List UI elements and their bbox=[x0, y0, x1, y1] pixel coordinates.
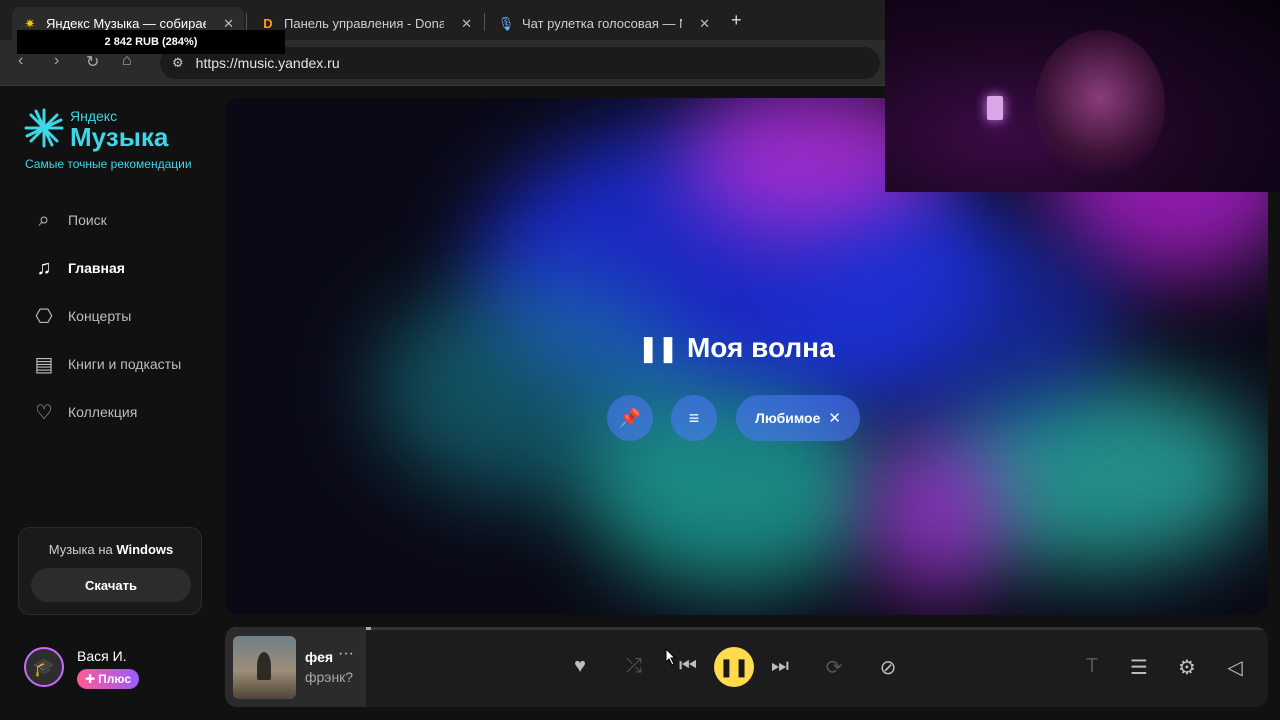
tab-separator bbox=[246, 13, 247, 31]
player-bar: фея ··· фрэнк? ♥ ⤮ ⏮ ❚❚ ⏭ ⟳ ⊘ T ☰ ⚙ ◁ bbox=[225, 627, 1268, 707]
tab-title: Яндекс Музыка — собираем bbox=[46, 16, 206, 31]
repeat-icon[interactable]: ⟳ bbox=[822, 655, 846, 680]
site-settings-icon[interactable]: ⚙ bbox=[172, 55, 184, 71]
pin-icon: 📌 bbox=[618, 407, 642, 428]
settings-filter-button[interactable]: ≡ bbox=[671, 395, 717, 441]
more-options-icon[interactable]: ··· bbox=[338, 645, 354, 663]
album-cover[interactable] bbox=[233, 636, 296, 699]
sidebar-nav: ⌕ Поиск ♫ Главная ⎔ Концерты ▤ Книги и п… bbox=[30, 196, 182, 436]
download-button[interactable]: Скачать bbox=[31, 568, 191, 602]
dislike-icon[interactable]: ⊘ bbox=[876, 655, 900, 680]
tab-voice-chat[interactable]: 🎙 Чат рулетка голосовая — Nek ✕ bbox=[488, 7, 720, 40]
pause-button[interactable]: ❚❚ bbox=[714, 647, 754, 687]
tab-separator bbox=[484, 13, 485, 31]
volume-icon[interactable]: ◁ bbox=[1223, 655, 1247, 680]
url-text: https://music.yandex.ru bbox=[195, 55, 340, 71]
mouse-cursor-icon bbox=[665, 648, 677, 666]
favorite-mode-chip[interactable]: Любимое ✕ bbox=[736, 395, 860, 441]
user-name: Вася И. bbox=[77, 648, 127, 664]
sidebar-item-label: Поиск bbox=[68, 212, 107, 228]
back-arrow-icon[interactable]: ‹ bbox=[18, 52, 23, 70]
logo-star-icon bbox=[24, 108, 64, 148]
donation-counter-overlay: 2 842 RUB (284%) bbox=[17, 30, 285, 54]
progress-bar[interactable] bbox=[225, 627, 1268, 630]
plus-icon: ✚ bbox=[85, 672, 96, 686]
search-icon: ⌕ bbox=[38, 208, 50, 231]
tab-title: Панель управления - Donation bbox=[284, 16, 444, 31]
my-wave-title[interactable]: ❚❚ Моя волна bbox=[0, 332, 1280, 364]
tagline: Самые точные рекомендации bbox=[25, 157, 192, 171]
track-title[interactable]: фея bbox=[305, 649, 333, 665]
sidebar-item-search[interactable]: ⌕ Поиск bbox=[30, 196, 181, 244]
sidebar-item-label: Концерты bbox=[68, 308, 132, 324]
microphone-favicon-icon: 🎙 bbox=[497, 15, 515, 31]
promo-text: Музыка на Windows bbox=[48, 542, 174, 557]
pin-button[interactable]: 📌 bbox=[607, 395, 653, 441]
previous-track-icon[interactable]: ⏮ bbox=[676, 655, 700, 678]
logo-music-text: Музыка bbox=[70, 122, 169, 152]
close-tab-icon[interactable]: ✕ bbox=[461, 16, 472, 32]
home-icon[interactable]: ⌂ bbox=[122, 52, 132, 70]
forward-arrow-icon[interactable]: › bbox=[54, 52, 59, 70]
sidebar-item-collection[interactable]: ♡ Коллекция bbox=[30, 388, 181, 436]
webcam-overlay bbox=[885, 0, 1280, 192]
tab-title: Чат рулетка голосовая — Nek bbox=[522, 16, 682, 31]
sidebar-item-label: Коллекция bbox=[68, 404, 138, 420]
close-tab-icon[interactable]: ✕ bbox=[699, 16, 710, 32]
sidebar-item-home[interactable]: ♫ Главная bbox=[30, 244, 181, 292]
plus-badge[interactable]: ✚ Плюс bbox=[77, 669, 140, 689]
lyrics-icon[interactable]: T bbox=[1080, 655, 1104, 678]
filter-icon: ≡ bbox=[688, 407, 700, 428]
track-artist[interactable]: фрэнк? bbox=[305, 669, 353, 685]
sidebar-item-label: Главная bbox=[68, 260, 125, 276]
close-icon[interactable]: ✕ bbox=[828, 409, 841, 427]
like-heart-icon[interactable]: ♥ bbox=[568, 655, 592, 678]
heart-icon: ♡ bbox=[35, 401, 53, 424]
queue-list-icon[interactable]: ☰ bbox=[1127, 655, 1151, 680]
windows-app-promo: Музыка на Windows Скачать bbox=[18, 527, 202, 615]
new-tab-button[interactable]: + bbox=[731, 10, 742, 31]
shuffle-icon[interactable]: ⤮ bbox=[622, 655, 646, 678]
music-note-icon: ♫ bbox=[36, 256, 52, 279]
pause-icon: ❚❚ bbox=[718, 656, 750, 677]
pause-icon: ❚❚ bbox=[637, 332, 679, 363]
avatar[interactable]: 🎓 bbox=[24, 647, 64, 687]
equalizer-settings-icon[interactable]: ⚙ bbox=[1175, 655, 1199, 680]
next-track-icon[interactable]: ⏭ bbox=[768, 655, 792, 678]
yandex-music-logo[interactable]: Яндекс Музыка bbox=[24, 108, 168, 150]
reload-icon[interactable]: ↻ bbox=[86, 52, 99, 72]
ticket-icon: ⎔ bbox=[35, 305, 53, 328]
